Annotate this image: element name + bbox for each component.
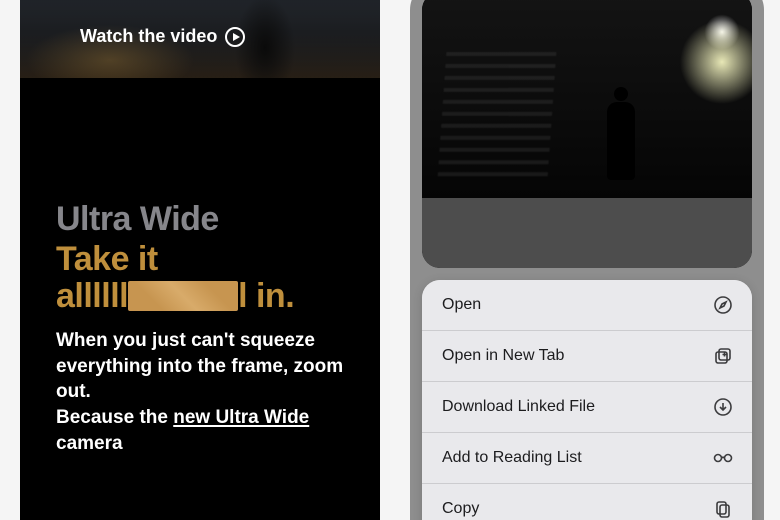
headline-letters: allllll: [56, 277, 128, 315]
watch-video-cta[interactable]: Watch the video: [80, 26, 245, 47]
menu-item-copy[interactable]: Copy: [422, 484, 752, 520]
body-copy: When you just can't squeeze everything i…: [56, 328, 366, 456]
context-menu: Open Open in New Tab Download Linked Fil…: [422, 280, 752, 520]
headline-block: Ultra Wide Take it allllll l in.: [56, 200, 364, 314]
menu-item-open-new-tab[interactable]: Open in New Tab: [422, 331, 752, 382]
photo-stairs: [438, 52, 557, 177]
tab-plus-icon: [712, 345, 734, 367]
glasses-icon: [712, 447, 734, 469]
censor-bar: [128, 281, 238, 311]
play-icon: [225, 27, 245, 47]
compass-icon: [712, 294, 734, 316]
menu-item-label: Open in New Tab: [442, 347, 564, 365]
body-underlined: new Ultra Wide: [173, 407, 309, 428]
watch-video-label: Watch the video: [80, 26, 217, 47]
doc-on-doc-icon: [712, 498, 734, 520]
menu-item-label: Copy: [442, 500, 479, 518]
night-photo: [422, 0, 752, 198]
menu-item-download[interactable]: Download Linked File: [422, 382, 752, 433]
menu-item-reading-list[interactable]: Add to Reading List: [422, 433, 752, 484]
body-line1: When you just can't squeeze: [56, 330, 315, 351]
menu-item-open[interactable]: Open: [422, 280, 752, 331]
headline-post: l in.: [238, 277, 294, 315]
headline-eyebrow: Ultra Wide: [56, 200, 364, 239]
photo-silhouette: [607, 102, 635, 180]
headline-pre: Take it: [56, 240, 158, 278]
menu-item-label: Download Linked File: [442, 398, 595, 416]
headline-main: Take it allllll l in.: [56, 241, 364, 314]
menu-item-label: Add to Reading List: [442, 449, 582, 467]
right-phone: Open Open in New Tab Download Linked Fil…: [410, 0, 764, 520]
body-pre: Because the: [56, 407, 173, 428]
preview-footer-bar: [422, 198, 752, 268]
download-circle-icon: [712, 396, 734, 418]
body-line2: everything into the frame, zoom out.: [56, 356, 343, 403]
preview-card[interactable]: [422, 0, 752, 268]
left-phone: Watch the video Ultra Wide Take it allll…: [20, 0, 380, 520]
body-after: camera: [56, 433, 123, 454]
menu-item-label: Open: [442, 296, 481, 314]
